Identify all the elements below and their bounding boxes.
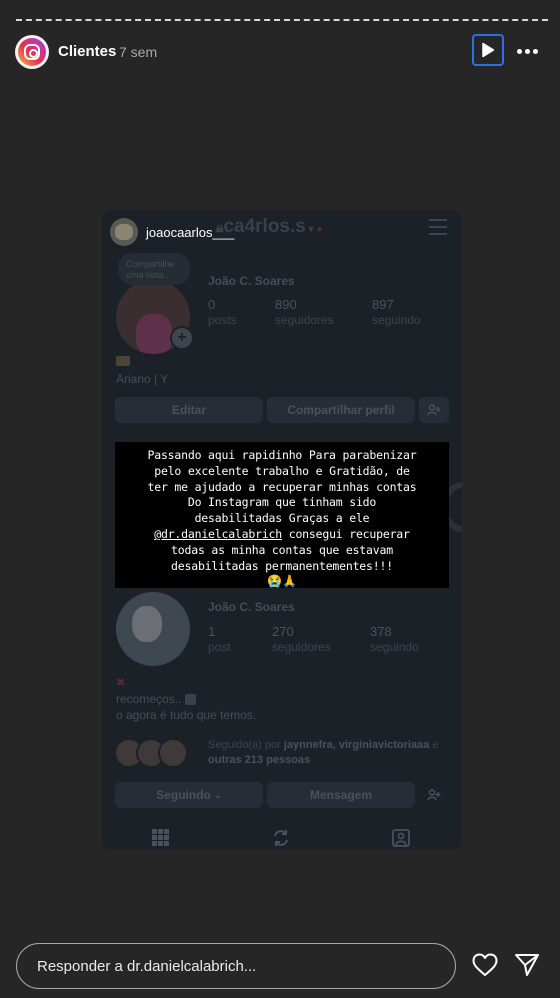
posts-label-2: post: [208, 640, 231, 654]
mention-link[interactable]: @dr.danielcalabrich: [154, 527, 282, 541]
add-user-icon-2: [419, 782, 449, 808]
like-heart-icon[interactable]: [472, 953, 498, 982]
posts-count: 0: [208, 297, 216, 312]
add-user-icon: [419, 397, 449, 423]
story-caption: Passando aqui rapidinho Para parabenizar…: [115, 442, 449, 588]
chevron-down-icon: ⌄: [214, 789, 222, 800]
caption-emojis: 😭🙏: [267, 574, 297, 589]
followers-label: seguidores: [275, 313, 334, 327]
account-name[interactable]: Clientes: [58, 43, 116, 60]
bio-emoji-icon: [116, 356, 130, 366]
share-profile-button: Compartilhar perfil: [267, 397, 415, 423]
profile-picture-2: [116, 592, 190, 666]
tagged-icon: [392, 829, 410, 847]
followers-label-2: seguidores: [272, 640, 331, 654]
account-handle-header: 🔒︎ca4rlos.s ▾ ●: [216, 216, 323, 237]
note-bubble: Compartilhe uma nota...: [118, 253, 190, 285]
following-count: 897: [372, 297, 394, 312]
bio-line-2: o agora é tudo que temos.: [116, 708, 257, 722]
story-time: 7 sem: [119, 44, 158, 60]
play-icon: [482, 42, 495, 58]
profile-name: João C. Soares: [208, 274, 295, 288]
posts-count-2: 1: [208, 624, 216, 639]
reply-input[interactable]: Responder a dr.danielcalabrich...: [16, 943, 456, 989]
story-progress-bar: [16, 19, 548, 21]
play-button[interactable]: [472, 34, 504, 66]
bio-text: Ariano | Y: [116, 372, 169, 386]
followers-count-2: 270: [272, 624, 294, 639]
bio-emoji-2: ✖: [116, 677, 126, 689]
hamburger-menu-icon: [429, 219, 447, 240]
following-label-2: seguindo: [370, 640, 419, 654]
edit-profile-button: Editar: [115, 397, 263, 423]
following-count-2: 378: [370, 624, 392, 639]
followed-by-text: Seguido(a) por jaynnefra, virginiavictor…: [208, 739, 439, 766]
profile-name-2: João C. Soares: [208, 600, 295, 614]
followed-by-avatars: [114, 738, 188, 768]
grid-icon: [152, 829, 169, 846]
profile-avatar-small: [110, 218, 138, 246]
more-icon: [516, 48, 522, 54]
account-avatar[interactable]: [15, 35, 49, 69]
followers-count: 890: [275, 297, 297, 312]
instagram-logo-icon: [18, 38, 46, 66]
add-story-plus-icon: +: [170, 326, 194, 350]
reels-icon: [272, 829, 290, 847]
profile-tab-bar: [102, 826, 462, 850]
message-button: Mensagem: [267, 782, 415, 808]
posts-label: posts: [208, 313, 237, 327]
bio-line-1: recomeços..: [116, 692, 196, 706]
more-options-button[interactable]: [514, 38, 540, 64]
following-label: seguindo: [372, 313, 421, 327]
send-icon[interactable]: [514, 953, 540, 982]
following-button: Seguindo ⌄: [115, 782, 263, 808]
